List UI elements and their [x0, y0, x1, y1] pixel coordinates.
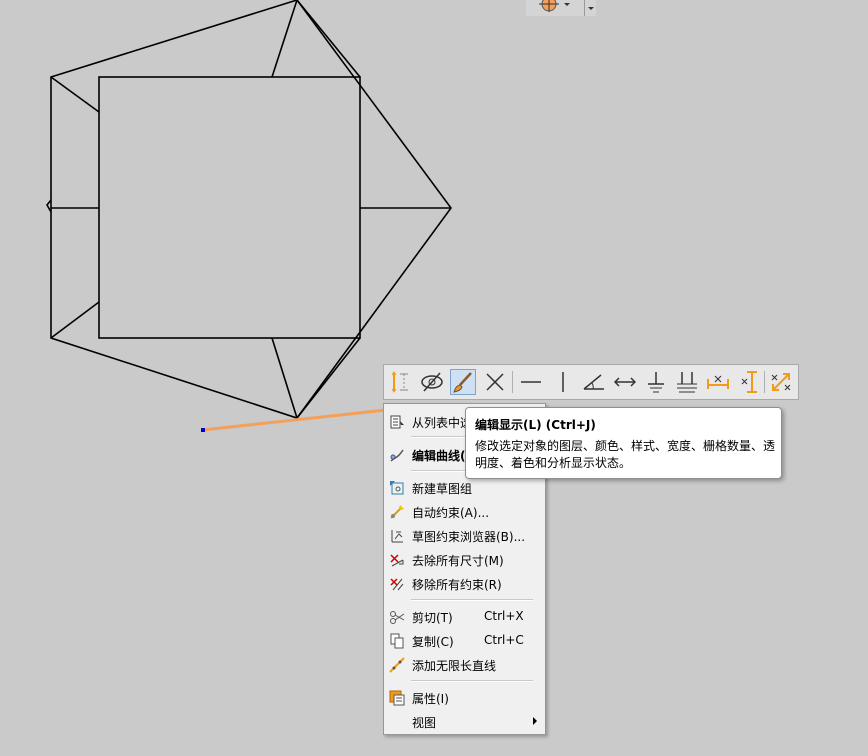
- horizontal-dimension-icon[interactable]: [705, 369, 731, 395]
- menu-item-label: 自动约束(A)...: [412, 506, 490, 520]
- menu-item-label: 剪切(T): [412, 611, 453, 625]
- tooltip: 编辑显示(L) (Ctrl+J) 修改选定对象的图层、颜色、样式、宽度、栅格数量…: [465, 407, 782, 479]
- menu-item-remove-dimensions[interactable]: 去除所有尺寸(M): [384, 549, 545, 571]
- curve-endpoint[interactable]: [201, 428, 205, 432]
- menu-item-label: 去除所有尺寸(M): [412, 554, 504, 568]
- menu-item-add-infinite-line[interactable]: 添加无限长直线: [384, 654, 545, 676]
- auto-dimension-icon[interactable]: [768, 369, 794, 395]
- menu-item-label: 属性(I): [412, 692, 449, 706]
- snap-icon[interactable]: [536, 0, 572, 16]
- menu-item-shortcut: Ctrl+X: [484, 609, 524, 623]
- menu-item-label: 新建草图组: [412, 482, 473, 496]
- cut-icon: [389, 609, 405, 625]
- edit-curve-icon: [389, 447, 405, 463]
- remove-dimensions-icon: [389, 552, 405, 568]
- radial-toolbar: [383, 364, 799, 400]
- vertical-constraint-icon[interactable]: [550, 369, 576, 395]
- menu-item-view[interactable]: 视图: [384, 711, 545, 733]
- new-sketch-group-icon: [389, 480, 405, 496]
- menu-item-auto-constrain[interactable]: 自动约束(A)...: [384, 501, 545, 523]
- menu-item-label: 添加无限长直线: [412, 659, 497, 673]
- menu-item-remove-constraints[interactable]: 移除所有约束(R): [384, 573, 545, 595]
- hide-icon[interactable]: [419, 369, 445, 395]
- dimension-icon[interactable]: [387, 369, 413, 395]
- menu-item-cut[interactable]: 剪切(T) Ctrl+X: [384, 606, 545, 628]
- menu-item-properties[interactable]: 属性(I): [384, 687, 545, 709]
- menu-item-label: 编辑曲线(: [412, 449, 466, 463]
- parallel-icon[interactable]: [674, 369, 700, 395]
- perpendicular-icon[interactable]: [643, 369, 669, 395]
- menu-item-copy[interactable]: 复制(C) Ctrl+C: [384, 630, 545, 652]
- submenu-arrow-icon: [533, 717, 537, 725]
- menu-item-label: 复制(C): [412, 635, 454, 649]
- parallel-dimension-icon[interactable]: [612, 369, 638, 395]
- auto-constrain-icon: [389, 504, 405, 520]
- edit-display-brush-icon[interactable]: [450, 369, 476, 395]
- infinite-line-icon: [389, 657, 405, 673]
- constraint-browser-icon: [389, 528, 405, 544]
- dropdown-arrow-icon[interactable]: [586, 0, 596, 16]
- properties-icon: [389, 690, 405, 706]
- copy-icon: [389, 633, 405, 649]
- tooltip-description: 修改选定对象的图层、颜色、样式、宽度、栅格数量、透明度、着色和分析显示状态。: [475, 439, 776, 470]
- horizontal-constraint-icon[interactable]: [518, 369, 544, 395]
- list-select-icon: [389, 414, 405, 430]
- tooltip-title: 编辑显示(L) (Ctrl+J): [475, 418, 596, 432]
- vertical-dimension-icon[interactable]: [736, 369, 762, 395]
- remove-constraints-icon: [389, 576, 405, 592]
- menu-item-constraint-browser[interactable]: 草图约束浏览器(B)...: [384, 525, 545, 547]
- menu-item-new-sketch-group[interactable]: 新建草图组: [384, 477, 545, 499]
- delete-x-icon[interactable]: [482, 369, 508, 395]
- selected-curve[interactable]: [202, 408, 387, 432]
- angle-icon[interactable]: [581, 369, 607, 395]
- menu-item-label: 从列表中选: [412, 416, 473, 430]
- sketch-geometry[interactable]: [46, 0, 452, 419]
- menu-item-shortcut: Ctrl+C: [484, 633, 524, 647]
- menu-item-label: 移除所有约束(R): [412, 578, 502, 592]
- menu-item-label: 草图约束浏览器(B)...: [412, 530, 526, 544]
- view-orientation-widget[interactable]: [526, 0, 596, 16]
- menu-item-label: 视图: [412, 716, 437, 730]
